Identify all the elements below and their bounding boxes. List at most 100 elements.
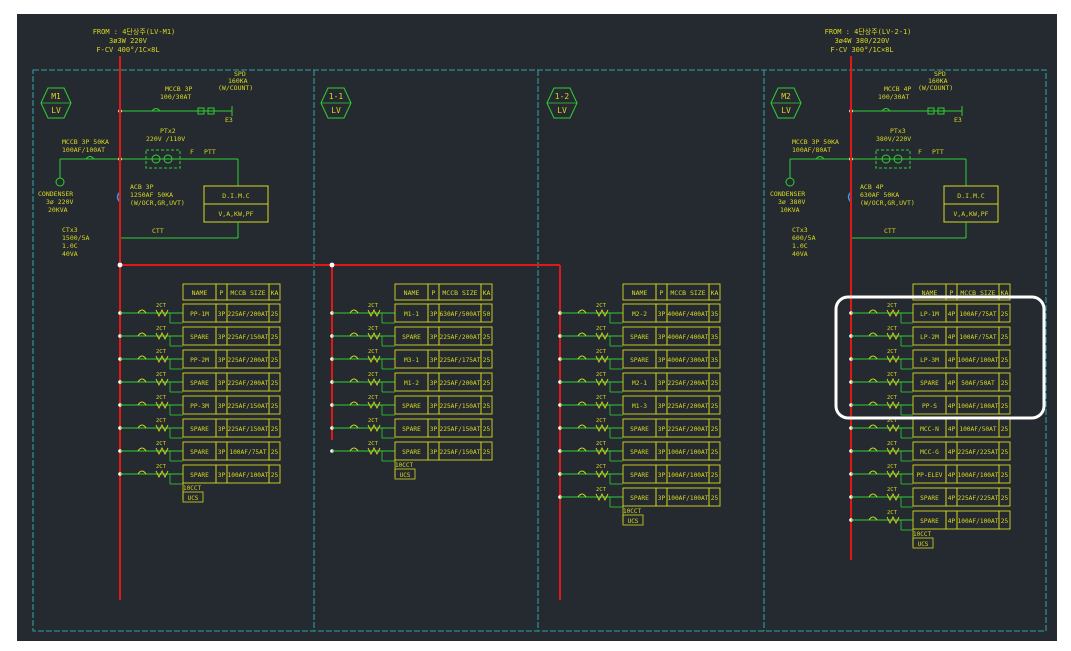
ct-label: 2CT (368, 349, 379, 355)
cell-ka: 35 (711, 357, 719, 364)
cell-ka: 25 (483, 403, 491, 410)
ptt-label: PTT (204, 148, 216, 156)
pt-fuse: F (918, 148, 922, 156)
ct-label: CTx3 (792, 226, 808, 234)
cell-ka: 25 (1001, 426, 1009, 433)
cell-size: 225AF/200AT (228, 357, 269, 364)
earth-label: E3 (954, 116, 962, 124)
feeder-right-from: FROM : 4단상주(LV-2-1) (825, 27, 912, 36)
cell-size: 100AF/100AT (958, 518, 999, 525)
drawing-background (17, 14, 1057, 641)
feeder-left-from: FROM : 4단상주(LV-M1) (93, 27, 176, 36)
feeder-left-cable: F-CV 400°/1C×8L (96, 46, 159, 54)
panel-tag-top: 1-2 (555, 92, 570, 101)
ptt-label: PTT (932, 148, 944, 156)
mccb-cond-line1: MCCB 3P 50KA (62, 138, 109, 146)
cell-size: 225AF/150AT (440, 403, 481, 410)
ct-label: 2CT (887, 441, 898, 447)
panel-tag-bottom: LV (557, 106, 567, 115)
acb-label: ACB 3P (130, 183, 154, 191)
cell-p: 4P (948, 311, 956, 318)
acb-options: (W/OCR,GR,UVT) (860, 199, 915, 207)
cell-ka: 25 (271, 334, 279, 341)
cell-size: 100AF/75AT (959, 334, 997, 341)
cell-ka: 25 (271, 357, 279, 364)
footer-label: 10CCT (913, 531, 931, 538)
cell-name: M3-1 (404, 357, 419, 364)
panel-tag-1-2: 1-2 LV (546, 87, 578, 119)
ct-label: 2CT (368, 418, 379, 424)
cell-ka: 35 (711, 334, 719, 341)
cell-p: 4P (948, 426, 956, 433)
cell-name: SPARE (190, 334, 209, 341)
cell-ka: 25 (483, 449, 491, 456)
footer-box: UCS (918, 541, 929, 548)
cell-name: SPARE (402, 449, 421, 456)
dimc-label: D.I.M.C (957, 192, 984, 200)
cell-name: M2-1 (632, 380, 647, 387)
header-size: MCCB SIZE (230, 289, 265, 297)
cell-name: MCC-G (920, 449, 939, 456)
ct-label: 2CT (596, 464, 607, 470)
panel-tag-top: M2 (781, 92, 791, 101)
cell-p: 3P (218, 334, 226, 341)
cell-p: 3P (430, 449, 438, 456)
cell-name: SPARE (630, 357, 649, 364)
ct-label: 2CT (596, 418, 607, 424)
ct-label: 2CT (596, 487, 607, 493)
cell-name: PP-S (922, 403, 937, 410)
cell-ka: 25 (1001, 380, 1009, 387)
cell-size: 225AF/200AT (668, 380, 709, 387)
ct-label: 2CT (156, 372, 167, 378)
cell-p: 4P (948, 449, 956, 456)
cell-ka: 25 (711, 495, 719, 502)
cell-p: 4P (948, 334, 956, 341)
cell-p: 3P (218, 403, 226, 410)
ct-va: 40VA (62, 250, 78, 258)
ct-label: 2CT (887, 326, 898, 332)
header-name: NAME (192, 289, 208, 297)
mccb-cond-line2: 100AF/80AT (792, 146, 831, 154)
cell-size: 225AF/225AT (958, 495, 999, 502)
cell-size: 225AF/200AT (668, 403, 709, 410)
cell-name: SPARE (630, 495, 649, 502)
cell-name: M2-2 (632, 311, 647, 318)
panel-tag-bottom: LV (781, 106, 791, 115)
ct-label: 2CT (156, 349, 167, 355)
acb-options: (W/OCR,GR,UVT) (130, 199, 185, 207)
ct-label: 2CT (156, 418, 167, 424)
cell-size: 225AF/225AT (958, 449, 999, 456)
cell-name: LP-3M (920, 357, 939, 364)
cell-size: 225AF/150AT (440, 449, 481, 456)
cell-name: MCC-N (920, 426, 939, 433)
cell-name: SPARE (920, 380, 939, 387)
cell-ka: 25 (271, 380, 279, 387)
condenser-spec: 3ø 380V (778, 198, 805, 206)
ct-label: 2CT (368, 395, 379, 401)
ct-label: 2CT (368, 326, 379, 332)
cell-size: 225AF/200AT (668, 426, 709, 433)
ct-label: 2CT (156, 441, 167, 447)
cell-ka: 25 (1001, 403, 1009, 410)
header-p: P (432, 289, 436, 297)
cell-p: 3P (218, 357, 226, 364)
cell-size: 400AF/400AT (668, 334, 709, 341)
spd-count: (W/COUNT) (918, 84, 953, 92)
header-p: P (660, 289, 664, 297)
ct-ratio: 1500/5A (62, 234, 89, 242)
cell-size: 400AF/400AT (668, 311, 709, 318)
cell-p: 3P (658, 380, 666, 387)
dimc-label: D.I.M.C (222, 192, 249, 200)
pt-ratio: 220V /110V (146, 135, 185, 143)
cell-p: 4P (948, 495, 956, 502)
cell-ka: 25 (271, 472, 279, 479)
cell-p: 3P (218, 380, 226, 387)
cell-ka: 25 (1001, 449, 1009, 456)
cell-size: 100AF/75AT (959, 311, 997, 318)
cell-ka: 25 (711, 449, 719, 456)
cell-name: SPARE (402, 334, 421, 341)
condenser-spec: 3ø 220V (46, 198, 73, 206)
ct-label: 2CT (596, 441, 607, 447)
feeder-right-spec: 3ø4W 380/220V (835, 37, 891, 45)
cell-ka: 25 (711, 426, 719, 433)
